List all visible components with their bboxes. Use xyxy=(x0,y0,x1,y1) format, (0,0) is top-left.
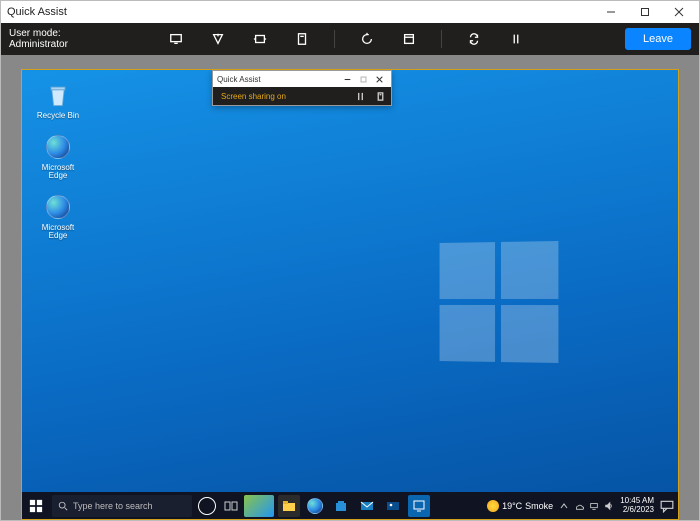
child-minimize-button[interactable] xyxy=(339,72,355,86)
weather-widget[interactable]: 19°C Smoke xyxy=(487,500,553,512)
tray-chevron-up-icon[interactable] xyxy=(559,501,569,511)
weather-icon xyxy=(487,500,499,512)
news-widget[interactable] xyxy=(244,495,274,517)
pause-button[interactable] xyxy=(506,29,526,49)
desktop-icon-label: Recycle Bin xyxy=(37,112,79,120)
weather-temp: 19°C xyxy=(502,501,522,511)
quick-assist-child-window[interactable]: Quick Assist Screen sharing on xyxy=(212,70,392,106)
desktop-icons: Recycle Bin Microsoft Edge Microsoft Edg… xyxy=(32,80,84,240)
child-titlebar: Quick Assist xyxy=(213,71,391,87)
maximize-button[interactable] xyxy=(631,3,659,21)
close-button[interactable] xyxy=(665,3,693,21)
select-monitor-button[interactable] xyxy=(166,29,186,49)
actual-size-button[interactable] xyxy=(250,29,270,49)
tray-onedrive-icon[interactable] xyxy=(574,501,584,511)
taskbar-app-mail[interactable] xyxy=(356,495,378,517)
leave-button[interactable]: Leave xyxy=(625,28,691,50)
reconnect-button[interactable] xyxy=(464,29,484,49)
toolbar-divider-2 xyxy=(441,30,442,48)
titlebar: Quick Assist xyxy=(1,1,699,23)
clock-date: 2/6/2023 xyxy=(623,506,654,515)
child-toolbar: Screen sharing on xyxy=(213,87,391,105)
taskbar-app-file-explorer[interactable] xyxy=(278,495,300,517)
child-title: Quick Assist xyxy=(217,75,339,84)
instruction-channel-button[interactable] xyxy=(292,29,312,49)
assist-toolbar: User mode: Administrator Leave xyxy=(1,23,699,55)
taskbar-app-quick-assist[interactable] xyxy=(408,495,430,517)
start-button[interactable] xyxy=(22,492,50,520)
child-maximize-button[interactable] xyxy=(355,72,371,86)
desktop-icon-edge-1[interactable]: Microsoft Edge xyxy=(32,132,84,180)
cortana-button[interactable] xyxy=(198,497,216,515)
task-view-button[interactable] xyxy=(222,497,240,515)
child-stop-button[interactable] xyxy=(373,89,387,103)
taskbar-app-photos[interactable] xyxy=(382,495,404,517)
remote-viewport: Recycle Bin Microsoft Edge Microsoft Edg… xyxy=(1,55,699,520)
tray-volume-icon[interactable] xyxy=(604,501,614,511)
pinned-apps xyxy=(278,495,430,517)
app-title: Quick Assist xyxy=(7,6,597,18)
tray-icons xyxy=(559,501,614,511)
recycle-bin-icon xyxy=(43,80,73,110)
weather-text: Smoke xyxy=(525,501,553,511)
window-controls xyxy=(597,3,693,21)
edge-icon xyxy=(43,132,73,162)
edge-icon xyxy=(43,192,73,222)
user-mode: User mode: Administrator xyxy=(9,28,68,50)
taskbar-app-store[interactable] xyxy=(330,495,352,517)
action-center-button[interactable] xyxy=(660,499,674,513)
desktop-icon-edge-2[interactable]: Microsoft Edge xyxy=(32,192,84,240)
toolbar-center xyxy=(76,29,617,49)
toolbar-divider-1 xyxy=(334,30,335,48)
sharing-status: Screen sharing on xyxy=(217,92,347,101)
remote-desktop[interactable]: Recycle Bin Microsoft Edge Microsoft Edg… xyxy=(21,69,679,492)
windows-logo-wallpaper xyxy=(440,241,559,363)
desktop-icon-label: Microsoft Edge xyxy=(32,164,84,180)
restart-button[interactable] xyxy=(357,29,377,49)
tray-network-icon[interactable] xyxy=(589,501,599,511)
system-tray: 19°C Smoke 10:45 AM 2/6/2023 xyxy=(487,497,678,515)
user-mode-value: Administrator xyxy=(9,39,68,50)
search-placeholder: Type here to search xyxy=(73,501,153,511)
child-close-button[interactable] xyxy=(371,72,387,86)
task-manager-button[interactable] xyxy=(399,29,419,49)
wallpaper xyxy=(22,70,678,492)
desktop-icon-label: Microsoft Edge xyxy=(32,224,84,240)
remote-taskbar: Type here to search 19°C Smoke xyxy=(21,492,679,520)
taskbar-app-edge[interactable] xyxy=(304,495,326,517)
minimize-button[interactable] xyxy=(597,3,625,21)
user-mode-label: User mode: xyxy=(9,28,68,39)
annotation-button[interactable] xyxy=(208,29,228,49)
taskbar-search[interactable]: Type here to search xyxy=(52,495,192,517)
child-pause-button[interactable] xyxy=(353,89,367,103)
desktop-icon-recycle-bin[interactable]: Recycle Bin xyxy=(32,80,84,120)
search-icon xyxy=(58,501,68,511)
taskbar-clock[interactable]: 10:45 AM 2/6/2023 xyxy=(620,497,654,515)
quick-assist-window: Quick Assist User mode: Administrator Le… xyxy=(0,0,700,521)
